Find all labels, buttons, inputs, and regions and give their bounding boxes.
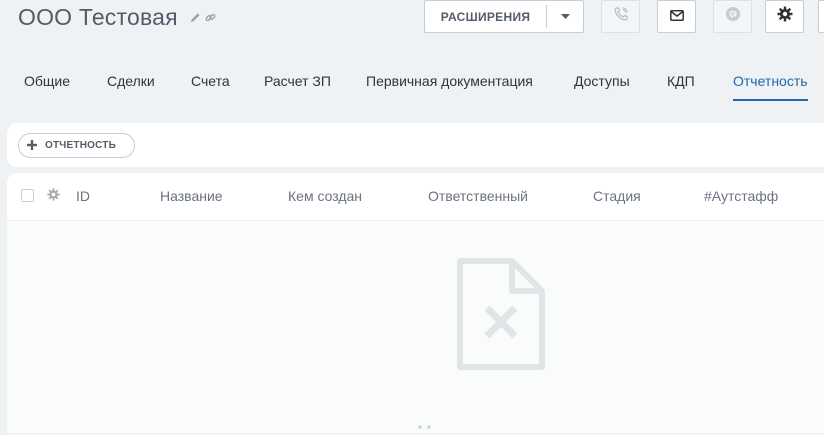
tab-access[interactable]: Доступы (574, 73, 630, 89)
column-header-name[interactable]: Название (160, 188, 223, 204)
call-button[interactable] (601, 0, 640, 33)
title-actions (190, 12, 216, 23)
tab-general[interactable]: Общие (24, 73, 70, 89)
tab-bar: Общие Сделки Счета Расчет ЗП Первичная д… (0, 73, 824, 101)
extensions-label: РАСШИРЕНИЯ (440, 9, 531, 24)
toolbar-panel: ОТЧЕТНОСТЬ (7, 123, 824, 167)
select-all-checkbox[interactable] (21, 189, 34, 202)
chevron-down-icon[interactable] (547, 14, 583, 19)
column-header-responsible[interactable]: Ответственный (428, 188, 528, 204)
chat-icon (725, 6, 741, 27)
column-header-stage[interactable]: Стадия (593, 188, 641, 204)
tab-payroll[interactable]: Расчет ЗП (264, 73, 331, 89)
loader-icon (417, 417, 437, 435)
mail-icon (669, 8, 684, 26)
more-button[interactable] (818, 0, 824, 33)
gear-icon (777, 6, 793, 27)
grid-header: ID Название Кем создан Ответственный Ста… (7, 173, 824, 221)
column-settings-gear-icon[interactable] (47, 188, 60, 206)
tab-primary-docs[interactable]: Первичная документация (366, 73, 533, 89)
phone-icon (614, 7, 628, 26)
extensions-button[interactable]: РАСШИРЕНИЯ (424, 0, 584, 33)
tab-deals[interactable]: Сделки (107, 73, 155, 89)
tab-invoices[interactable]: Счета (191, 73, 230, 89)
empty-document-icon (457, 258, 545, 375)
page-title: ООО Тестовая (18, 4, 178, 30)
settings-button[interactable] (765, 0, 804, 33)
link-icon[interactable] (205, 12, 216, 23)
pencil-icon[interactable] (190, 12, 201, 23)
column-header-id[interactable]: ID (76, 188, 90, 204)
email-button[interactable] (657, 0, 696, 33)
tab-reporting[interactable]: Отчетность (733, 73, 808, 89)
grid-panel: ID Название Кем создан Ответственный Ста… (7, 173, 824, 433)
column-header-outstaff[interactable]: #Аутстафф (704, 188, 778, 204)
add-report-button[interactable]: ОТЧЕТНОСТЬ (18, 133, 135, 158)
empty-state (7, 221, 824, 433)
tab-kdp[interactable]: КДП (667, 73, 695, 89)
active-tab-indicator (733, 99, 808, 101)
plus-icon (27, 137, 37, 155)
add-report-label: ОТЧЕТНОСТЬ (45, 140, 116, 151)
chat-button[interactable] (713, 0, 752, 33)
column-header-created-by[interactable]: Кем создан (288, 188, 362, 204)
